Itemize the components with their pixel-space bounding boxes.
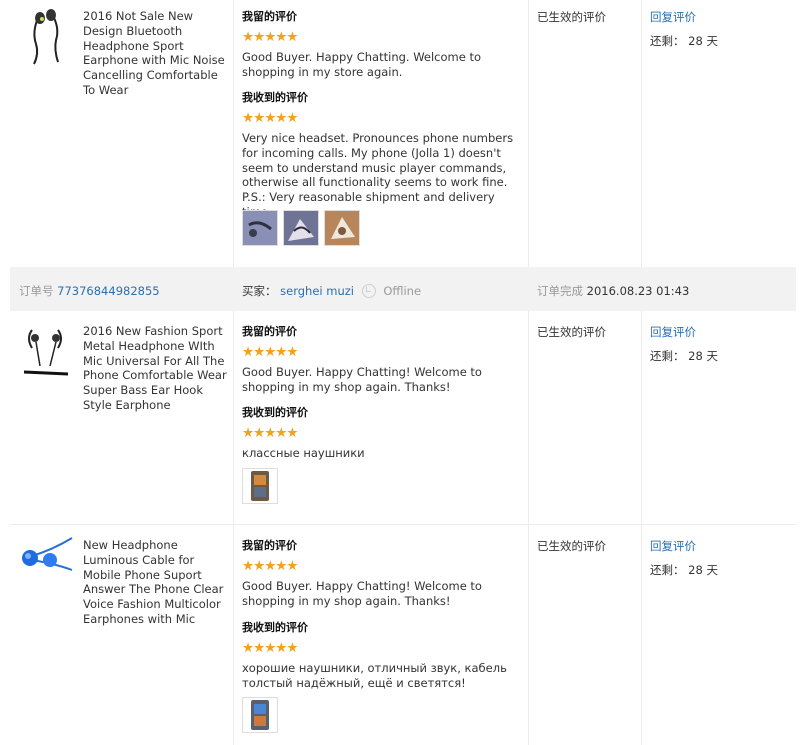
buyer-group: 买家： serghei muzi Offline <box>242 283 421 299</box>
order-header: 订单号 77376844982855 买家： serghei muzi Offl… <box>10 267 796 311</box>
reply-review-link[interactable]: 回复评价 <box>650 9 696 25</box>
my-review-block: 我留的评价 ★★★★★ Good Buyer. Happy Chatting. … <box>242 10 522 80</box>
buyer-name-link[interactable]: serghei muzi <box>280 284 354 298</box>
days-remaining: 还剩： 28 天 <box>650 563 718 577</box>
rating-stars: ★★★★★ <box>242 640 299 656</box>
review-status: 已生效的评价 <box>537 325 606 339</box>
reply-review-link[interactable]: 回复评价 <box>650 538 696 554</box>
column-divider <box>233 0 234 267</box>
offline-clock-icon <box>361 284 376 298</box>
my-review-block: 我留的评价 ★★★★★ Good Buyer. Happy Chatting! … <box>242 325 522 395</box>
received-review-block: 我收到的评价 ★★★★★ классные наушники <box>242 406 522 461</box>
product-thumbnail[interactable] <box>18 8 74 70</box>
my-review-heading: 我留的评价 <box>242 325 297 338</box>
review-status: 已生效的评价 <box>537 10 606 24</box>
reply-review-link[interactable]: 回复评价 <box>650 324 696 340</box>
buyer-online-status: Offline <box>383 284 422 298</box>
received-review-block: 我收到的评价 ★★★★★ хорошие наушники, отличный … <box>242 621 522 691</box>
order-completed-time: 2016.08.23 01:43 <box>586 284 690 298</box>
my-review-text: Good Buyer. Happy Chatting. Welcome to s… <box>242 50 482 79</box>
order-completed-group: 订单完成 2016.08.23 01:43 <box>537 283 689 299</box>
column-divider <box>641 0 642 267</box>
order-number-label: 订单号 <box>19 284 54 298</box>
product-thumbnail[interactable] <box>18 322 74 384</box>
review-photo[interactable] <box>242 468 278 504</box>
rating-stars: ★★★★★ <box>242 344 299 360</box>
rating-stars: ★★★★★ <box>242 29 299 45</box>
product-thumbnail[interactable] <box>18 534 74 596</box>
review-photo[interactable] <box>242 210 278 246</box>
order-completed-label: 订单完成 <box>537 284 583 298</box>
buyer-label: 买家： <box>242 284 277 298</box>
rating-stars: ★★★★★ <box>242 110 299 126</box>
column-divider <box>233 311 234 745</box>
column-divider <box>528 0 529 267</box>
rating-stars: ★★★★★ <box>242 558 299 574</box>
days-remaining: 还剩： 28 天 <box>650 34 718 48</box>
column-divider <box>641 311 642 745</box>
order-number-group: 订单号 77376844982855 <box>19 283 160 299</box>
received-review-text: классные наушники <box>242 446 365 460</box>
received-review-block: 我收到的评价 ★★★★★ Very nice headset. Pronounc… <box>242 91 522 220</box>
column-divider <box>528 311 529 745</box>
product-title[interactable]: 2016 New Fashion Sport Metal Headphone W… <box>83 324 229 413</box>
my-review-text: Good Buyer. Happy Chatting! Welcome to s… <box>242 579 482 608</box>
product-title[interactable]: 2016 Not Sale New Design Bluetooth Headp… <box>83 9 229 98</box>
received-review-heading: 我收到的评价 <box>242 621 308 634</box>
my-review-block: 我留的评价 ★★★★★ Good Buyer. Happy Chatting! … <box>242 539 522 609</box>
row-divider <box>10 524 796 525</box>
days-remaining: 还剩： 28 天 <box>650 349 718 363</box>
order-number-link[interactable]: 77376844982855 <box>57 284 159 298</box>
rating-stars: ★★★★★ <box>242 425 299 441</box>
review-photo[interactable] <box>283 210 319 246</box>
my-review-heading: 我留的评价 <box>242 10 297 23</box>
received-review-text: хорошие наушники, отличный звук, кабель … <box>242 661 507 690</box>
review-photo[interactable] <box>324 210 360 246</box>
my-review-heading: 我留的评价 <box>242 539 297 552</box>
received-review-text: Very nice headset. Pronounces phone numb… <box>242 131 514 219</box>
received-review-heading: 我收到的评价 <box>242 406 308 419</box>
review-photo[interactable] <box>242 697 278 733</box>
product-title[interactable]: New Headphone Luminous Cable for Mobile … <box>83 538 229 627</box>
my-review-text: Good Buyer. Happy Chatting! Welcome to s… <box>242 365 482 394</box>
review-status: 已生效的评价 <box>537 539 606 553</box>
received-review-heading: 我收到的评价 <box>242 91 308 104</box>
